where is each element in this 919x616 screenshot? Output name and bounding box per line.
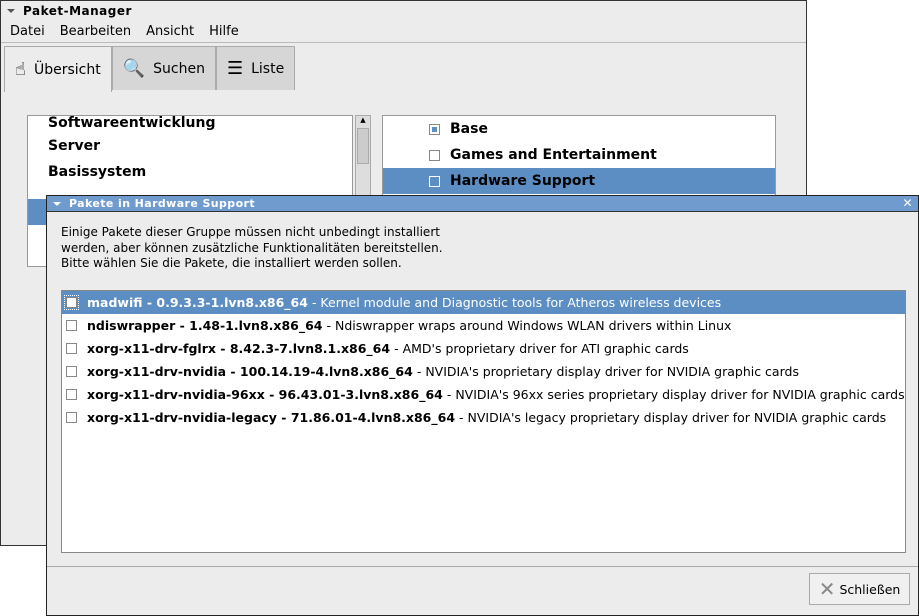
- package-name: xorg-x11-drv-nvidia - 100.14.19-4.lvn8.x…: [87, 364, 413, 379]
- package-row[interactable]: ndiswrapper - 1.48-1.lvn8.x86_64- Ndiswr…: [62, 314, 905, 337]
- package-checkbox[interactable]: [66, 412, 77, 423]
- scroll-up-icon[interactable]: ▲: [356, 116, 370, 124]
- group-label: Base: [450, 120, 488, 137]
- package-list: madwifi - 0.9.3.3-1.lvn8.x86_64- Kernel …: [61, 290, 906, 553]
- package-desc: - NVIDIA's 96xx series proprietary displ…: [446, 387, 905, 402]
- packages-dialog: Pakete in Hardware Support ✕ Einige Paket…: [46, 195, 919, 616]
- package-desc: - Ndiswrapper wraps around Windows WLAN …: [326, 318, 732, 333]
- group-item[interactable]: Base: [383, 116, 775, 142]
- menu-ansicht[interactable]: Ansicht: [137, 24, 200, 39]
- tab-list[interactable]: ☰ Liste: [215, 46, 296, 90]
- package-row[interactable]: xorg-x11-drv-nvidia-96xx - 96.43.01-3.lv…: [62, 383, 905, 406]
- dialog-intro-text: Einige Pakete dieser Gruppe müssen nicht…: [61, 225, 443, 270]
- package-name: xorg-x11-drv-nvidia-96xx - 96.43.01-3.lv…: [87, 387, 443, 402]
- group-item[interactable]: Games and Entertainment: [383, 142, 775, 168]
- package-checkbox[interactable]: [66, 320, 77, 331]
- close-icon[interactable]: ✕: [903, 196, 913, 210]
- close-button-label: Schließen: [839, 581, 901, 597]
- group-item-selected[interactable]: Hardware Support: [383, 168, 775, 194]
- tab-label: Übersicht: [33, 61, 101, 78]
- tab-bar: ☝ Übersicht 🔍 Suchen ☰ Liste: [4, 46, 296, 92]
- group-checkbox[interactable]: [429, 123, 440, 135]
- close-icon: ✕: [818, 577, 836, 601]
- package-desc: - Kernel module and Diagnostic tools for…: [311, 295, 722, 310]
- package-desc: - AMD's proprietary driver for ATI graph…: [394, 341, 689, 356]
- tab-search[interactable]: 🔍 Suchen: [111, 46, 216, 90]
- package-checkbox[interactable]: [66, 389, 77, 400]
- package-row[interactable]: madwifi - 0.9.3.3-1.lvn8.x86_64- Kernel …: [62, 291, 905, 314]
- package-row[interactable]: xorg-x11-drv-nvidia-legacy - 71.86.01-4.…: [62, 406, 905, 429]
- group-label: Hardware Support: [450, 172, 596, 189]
- group-checkbox[interactable]: [429, 175, 440, 187]
- package-checkbox[interactable]: [66, 366, 77, 377]
- tab-label: Liste: [251, 60, 285, 77]
- package-desc: - NVIDIA's legacy proprietary display dr…: [459, 410, 887, 425]
- package-checkbox[interactable]: [64, 295, 79, 310]
- menubar: Datei Bearbeiten Ansicht Hilfe: [1, 21, 806, 43]
- menu-datei[interactable]: Datei: [1, 24, 51, 39]
- menu-hilfe[interactable]: Hilfe: [200, 24, 245, 39]
- tab-overview[interactable]: ☝ Übersicht: [4, 46, 112, 92]
- package-row[interactable]: xorg-x11-drv-fglrx - 8.42.3-7.lvn8.1.x86…: [62, 337, 905, 360]
- package-name: xorg-x11-drv-fglrx - 8.42.3-7.lvn8.1.x86…: [87, 341, 391, 356]
- window-menu-icon[interactable]: [7, 9, 15, 13]
- category-item[interactable]: Server: [28, 133, 352, 159]
- dialog-titlebar[interactable]: Pakete in Hardware Support ✕: [47, 196, 918, 212]
- overview-icon: ☝: [15, 59, 26, 80]
- tab-label: Suchen: [153, 60, 205, 77]
- package-name: xorg-x11-drv-nvidia-legacy - 71.86.01-4.…: [87, 410, 456, 425]
- list-icon: ☰: [226, 58, 244, 79]
- window-menu-icon[interactable]: [53, 201, 61, 206]
- package-desc: - NVIDIA's proprietary display driver fo…: [416, 364, 799, 379]
- package-name: madwifi - 0.9.3.3-1.lvn8.x86_64: [87, 295, 308, 310]
- category-item[interactable]: Softwareentwicklung: [28, 116, 352, 133]
- category-item[interactable]: Basissystem: [28, 159, 352, 185]
- package-checkbox[interactable]: [66, 343, 77, 354]
- dialog-title: Pakete in Hardware Support: [69, 197, 256, 210]
- package-row[interactable]: xorg-x11-drv-nvidia - 100.14.19-4.lvn8.x…: [62, 360, 905, 383]
- window-title: Paket-Manager: [23, 4, 132, 18]
- menu-bearbeiten[interactable]: Bearbeiten: [51, 24, 137, 39]
- close-button[interactable]: ✕ Schließen: [809, 573, 910, 605]
- separator: [47, 566, 918, 567]
- scroll-thumb[interactable]: [357, 128, 369, 164]
- search-icon: 🔍: [122, 58, 146, 79]
- group-label: Games and Entertainment: [450, 146, 657, 163]
- window-titlebar[interactable]: Paket-Manager: [1, 1, 806, 21]
- group-list: Base Games and Entertainment Hardware Su…: [382, 115, 776, 205]
- package-name: ndiswrapper - 1.48-1.lvn8.x86_64: [87, 318, 323, 333]
- group-checkbox[interactable]: [429, 149, 440, 161]
